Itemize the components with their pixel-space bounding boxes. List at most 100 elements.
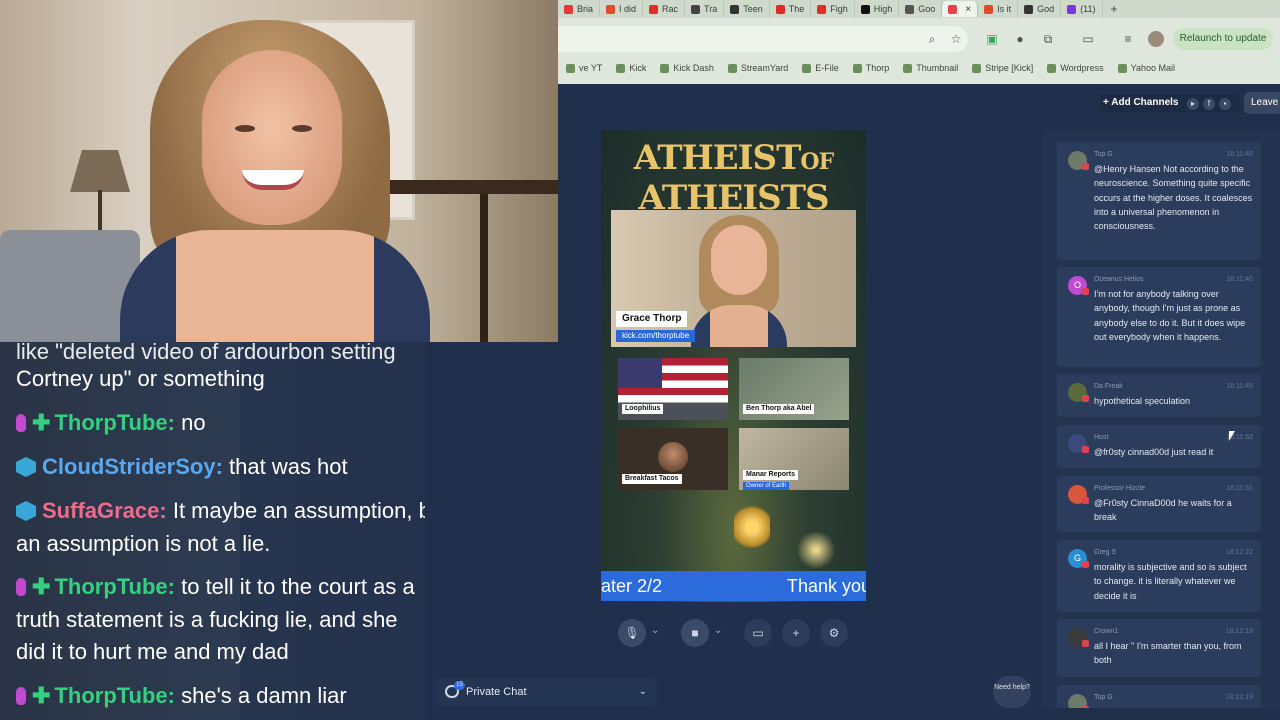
guest-tile-manar-reports[interactable]: Manar Reports Owner of Earth <box>739 428 849 490</box>
extensions-puzzle-icon[interactable]: ⧉ <box>1040 31 1056 47</box>
private-chat-button[interactable]: 15 Private Chat ⌄ <box>435 678 657 706</box>
subscriber-badge-icon <box>16 457 36 477</box>
comment-text: @Henry Hansen Not according to the neuro… <box>1094 164 1253 232</box>
tab-label: High <box>873 4 893 14</box>
chat-message-line: ✚ ThorpTube: she's a damn liar <box>16 680 425 712</box>
chevron-down-icon[interactable]: ⌄ <box>651 625 659 636</box>
zoom-icon[interactable]: ⌕ <box>924 31 940 47</box>
youtube-channel-icon[interactable]: ▸ <box>1187 98 1199 110</box>
bookmark-item[interactable]: Stripe [Kick] <box>972 63 1033 73</box>
bookmark-item[interactable]: Yahoo Mail <box>1117 63 1175 73</box>
bookmark-item[interactable]: E-File <box>802 63 839 73</box>
media-controls-icon[interactable]: ≡ <box>1120 31 1136 47</box>
bookmark-star-icon[interactable]: ☆ <box>948 31 964 47</box>
bookmark-item[interactable]: Thumbnail <box>903 63 958 73</box>
relaunch-to-update-button[interactable]: Relaunch to update <box>1173 28 1273 50</box>
tab-favicon <box>691 4 701 14</box>
bookmark-item[interactable]: Thorp <box>852 63 889 73</box>
bookmark-item[interactable]: Kick Dash <box>660 63 714 73</box>
settings-gear-icon[interactable]: ⚙ <box>820 619 848 647</box>
record-icon[interactable]: ● <box>1012 31 1028 47</box>
browser-tab[interactable]: Is it <box>978 1 1019 17</box>
comment-card[interactable]: G Greg S 18:12:22 morality is subjective an… <box>1057 540 1261 612</box>
guest-subtitle: Owner of Earth <box>743 482 790 490</box>
comment-card[interactable]: O Oceanus Helios 18:11:40 I'm not for anybo… <box>1057 267 1261 367</box>
browser-tab[interactable]: The <box>770 1 812 17</box>
comment-text: morality is subjective and so is subject… <box>1094 562 1247 601</box>
leave-studio-button[interactable]: Leave <box>1244 92 1280 114</box>
bookmark-item[interactable]: ve YT <box>566 63 602 73</box>
tab-favicon <box>1024 4 1034 14</box>
private-chat-badge: 15 <box>454 681 465 690</box>
browser-tab[interactable]: God <box>1018 1 1062 17</box>
side-panel-icon[interactable]: ▭ <box>1080 31 1096 47</box>
need-help-button[interactable]: Need help? <box>993 676 1031 708</box>
bookmark-item[interactable]: Wordpress <box>1047 63 1104 73</box>
browser-tab[interactable]: Figh <box>811 1 855 17</box>
add-icon[interactable]: + <box>782 619 810 647</box>
host-name-label: Grace Thorp <box>616 311 688 327</box>
comment-time: 18:11:40 <box>1226 151 1253 158</box>
tab-favicon <box>905 4 915 14</box>
youtube-source-icon <box>1082 446 1089 453</box>
bookmark-label: Kick Dash <box>673 63 714 73</box>
twitch-channel-icon[interactable]: ▪ <box>1219 98 1231 110</box>
chevron-down-icon[interactable]: ⌄ <box>714 625 722 636</box>
ticker-text-left: ater 2/2 <box>601 576 663 596</box>
browser-tab[interactable]: Rac <box>643 1 686 17</box>
guest-tile-breakfast-tacos[interactable]: Breakfast Tacos <box>618 428 728 490</box>
address-bar[interactable] <box>558 26 968 52</box>
extension-icon[interactable]: ▣ <box>984 31 1000 47</box>
guest-tile-loophilius[interactable]: Loophilius <box>618 358 728 420</box>
tab-favicon <box>730 4 740 14</box>
browser-tab[interactable]: Goo <box>899 1 943 17</box>
comment-author: Top G <box>1094 694 1113 701</box>
browser-tab[interactable]: Tra <box>685 1 725 17</box>
comment-card[interactable]: Top G 18:12:19 <box>1057 685 1261 708</box>
browser-tab[interactable]: Teen <box>724 1 770 17</box>
browser-tab[interactable]: High <box>855 1 900 17</box>
guest-tile-ben-thorp[interactable]: Ben Thorp aka Abel <box>739 358 849 420</box>
comment-card[interactable]: Top G 18:11:40 @Henry Hansen Not according… <box>1057 142 1261 260</box>
bookmark-favicon <box>852 63 862 73</box>
tab-label: (11) <box>1080 4 1096 14</box>
youtube-source-icon <box>1082 163 1089 170</box>
bookmark-item[interactable]: Kick <box>616 63 646 73</box>
flag-canton <box>618 358 662 388</box>
guest-name-label: Loophilius <box>622 404 664 414</box>
bookmark-label: Wordpress <box>1060 63 1104 73</box>
scrolling-ticker: ater 2/2 Thank you <box>601 571 866 601</box>
youtube-source-icon <box>1082 497 1089 504</box>
browser-tab[interactable]: (11) <box>1061 1 1103 17</box>
comment-card[interactable]: Da Freak 18:11:45 hypothetical speculation <box>1057 374 1261 417</box>
comment-time: 18:12:22 <box>1225 549 1253 556</box>
close-tab-icon[interactable]: × <box>965 4 971 15</box>
webcam-feed <box>0 0 558 342</box>
bookmark-item[interactable]: StreamYard <box>727 63 788 73</box>
bookmark-favicon <box>903 63 913 73</box>
bookmark-favicon <box>1047 63 1057 73</box>
youtube-source-icon <box>1082 395 1089 402</box>
browser-tab[interactable]: I did <box>600 1 644 17</box>
tab-favicon <box>649 4 659 14</box>
bookmark-favicon <box>566 63 575 73</box>
screen-share-icon[interactable]: ▭ <box>744 619 772 647</box>
facebook-channel-icon[interactable]: f <box>1203 98 1215 110</box>
comment-card[interactable]: Professor Hizzle 18:11:51 @Fr0sty CinnaD00… <box>1057 476 1261 532</box>
browser-tab[interactable]: Bria <box>558 1 601 17</box>
microphone-icon[interactable]: 🎙 <box>618 619 646 647</box>
bookmark-favicon <box>727 63 737 73</box>
comment-card[interactable]: Crown1 18:12:19 all I hear " I'm smarter t… <box>1057 619 1261 677</box>
youtube-source-icon <box>1082 706 1089 708</box>
moderator-badge-icon: ✚ <box>32 683 51 708</box>
tab-label: Is it <box>997 4 1012 14</box>
tab-strip: Bria I did Rac Tra Teen The Figh High Goo × Is it G… <box>558 0 1280 18</box>
browser-tab[interactable]: × <box>942 1 979 17</box>
new-tab-button[interactable]: + <box>1103 2 1126 16</box>
chat-username: ThorpTube: <box>54 683 175 708</box>
chat-message-line: an assumption is not a lie. <box>16 528 425 560</box>
comments-panel[interactable]: Top G 18:11:40 @Henry Hansen Not according… <box>1043 130 1280 708</box>
profile-avatar[interactable] <box>1148 31 1164 47</box>
camera-icon[interactable]: ■ <box>681 619 709 647</box>
host-body <box>691 305 787 347</box>
